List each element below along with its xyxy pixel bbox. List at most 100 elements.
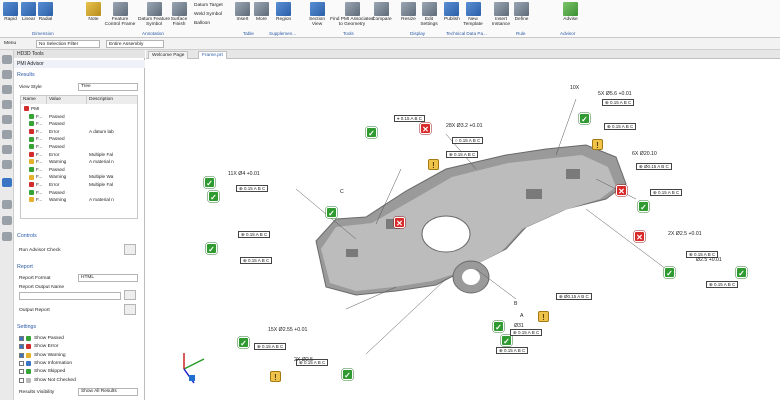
fcf-button[interactable]: Feature Control Frame [104, 2, 136, 27]
insert-instance-button[interactable]: Insert Instance [490, 2, 512, 27]
feature-control-frame[interactable]: ⌖ 0.15 A B C [394, 115, 426, 122]
checkbox[interactable] [19, 336, 24, 341]
col-name[interactable]: Name [21, 96, 47, 104]
compare-button[interactable]: Compare [372, 2, 392, 22]
check-warning-icon[interactable]: ! [428, 159, 439, 170]
settings-section-header[interactable]: Settings [17, 324, 36, 330]
table-row[interactable]: F... Warning Multiple Wa [21, 173, 137, 181]
check-warning-icon[interactable]: ! [270, 371, 281, 382]
edit-settings-button[interactable]: Edit Settings [418, 2, 440, 27]
roles-icon[interactable] [2, 216, 12, 225]
browse-folder-button[interactable] [124, 290, 136, 300]
selection-filter-dropdown[interactable]: No Selection Filter [36, 40, 100, 48]
setting-show-warning[interactable]: Show Warning [14, 352, 144, 360]
hd3d-tools-icon[interactable] [2, 130, 12, 139]
check-error-icon[interactable]: ✕ [634, 231, 645, 242]
feature-control-frame[interactable]: ○ 0.15 A B C [452, 137, 484, 144]
feature-control-frame[interactable]: ⊕ Ø0.15 A B C [556, 293, 592, 300]
table-row[interactable]: F... Error A datum lab [21, 128, 137, 136]
table-row[interactable]: F... Passed [21, 120, 137, 128]
table-row[interactable]: F... Passed [21, 135, 137, 143]
clock-icon[interactable] [2, 200, 12, 209]
table-row[interactable]: F... Passed [21, 166, 137, 174]
check-passed-icon[interactable]: ✓ [204, 177, 215, 188]
region-button[interactable]: Region [276, 2, 291, 22]
insert-table-button[interactable]: Insert [235, 2, 250, 22]
balloon-button[interactable]: Balloon [194, 21, 210, 26]
feature-control-frame[interactable]: ⊕ 0.15 A B C [240, 257, 273, 264]
check-error-icon[interactable]: ✕ [420, 123, 431, 134]
setting-show-information[interactable]: Show Information [14, 360, 144, 368]
system-scenes-icon[interactable] [2, 232, 12, 241]
check-passed-icon[interactable]: ✓ [342, 369, 353, 380]
feature-control-frame[interactable]: ⊕ 0.15 A B C [650, 189, 683, 196]
datum-label[interactable]: B [514, 301, 517, 307]
report-output-name-input[interactable] [19, 292, 121, 300]
setting-show-skipped[interactable]: Show Skipped [14, 368, 144, 376]
check-passed-icon[interactable]: ✓ [493, 321, 504, 332]
datum-feature-symbol-button[interactable]: Datum Feature Symbol [138, 2, 170, 27]
pmi-advisor-icon[interactable] [2, 178, 12, 187]
surface-finish-button[interactable]: Surface Finish [170, 2, 188, 27]
radial-dimension-button[interactable]: Radial [38, 2, 53, 22]
checkbox[interactable] [19, 360, 24, 366]
dimension-label[interactable]: 11X Ø4 +0.01 [228, 171, 260, 177]
dimension-label[interactable]: 28X Ø3.2 +0.01 [446, 123, 483, 129]
check-passed-icon[interactable]: ✓ [206, 243, 217, 254]
datum-label[interactable]: A [520, 313, 523, 319]
table-row[interactable]: PMI [21, 105, 137, 113]
dimension-label[interactable]: 2X Ø2.5 +0.01 [668, 231, 702, 237]
check-passed-icon[interactable]: ✓ [366, 127, 377, 138]
feature-control-frame[interactable]: ⊕ 0.15 A B C [496, 347, 529, 354]
datum-label[interactable]: C [340, 189, 344, 195]
table-row[interactable]: F... Passed [21, 143, 137, 151]
dimension-label[interactable]: 6X Ø20.10 [632, 151, 657, 157]
check-error-icon[interactable]: ✕ [616, 185, 627, 196]
assembly-navigator-icon[interactable] [2, 70, 12, 79]
feature-control-frame[interactable]: ⊕ 0.15 A B C [510, 329, 543, 336]
constraint-navigator-icon[interactable] [2, 85, 12, 94]
publish-button[interactable]: Publish [444, 2, 460, 22]
tab-frame-prt[interactable]: Frame.prt [198, 51, 227, 59]
check-warning-icon[interactable]: ! [592, 139, 603, 150]
checkbox[interactable] [19, 352, 24, 358]
find-pmi-button[interactable]: Find PMI Associated to Geometry [330, 2, 374, 27]
table-row[interactable]: F... Error Multiple Fal [21, 181, 137, 189]
view-style-dropdown[interactable]: Tree [78, 83, 138, 91]
feature-control-frame[interactable]: ⊕ 0.15 A B C [236, 185, 269, 192]
assembly-scope-dropdown[interactable]: Entire Assembly [106, 40, 164, 48]
more-button[interactable]: More [254, 2, 269, 22]
col-value[interactable]: Value [47, 96, 87, 104]
feature-control-frame[interactable]: ⊕ 0.15 A B C [254, 343, 287, 350]
checkbox[interactable] [19, 344, 24, 350]
report-section-header[interactable]: Report [17, 264, 33, 270]
results-visibility-dropdown[interactable]: Show All Results [78, 388, 138, 396]
feature-control-frame[interactable]: ⊕ 0.15 A B C [604, 123, 637, 130]
check-passed-icon[interactable]: ✓ [238, 337, 249, 348]
resize-button[interactable]: Resize [401, 2, 416, 22]
checkbox[interactable] [19, 369, 24, 375]
results-section-header[interactable]: Results [17, 72, 35, 78]
menu-button[interactable]: Menu [4, 41, 16, 46]
setting-show-not-checked[interactable]: Show Not Checked [14, 377, 144, 385]
settings-icon[interactable] [2, 55, 12, 64]
col-description[interactable]: Description [87, 96, 137, 104]
table-row[interactable]: F... Passed [21, 189, 137, 197]
check-passed-icon[interactable]: ✓ [664, 267, 675, 278]
dimension-label[interactable]: Ø2.5 +0.01 [696, 257, 722, 263]
check-passed-icon[interactable]: ✓ [579, 113, 590, 124]
part-navigator-icon[interactable] [2, 100, 12, 109]
feature-control-frame[interactable]: ⊕ 0.15 A B C [446, 151, 479, 158]
dimension-label[interactable]: 5X Ø5.6 +0.01 [598, 91, 632, 97]
new-template-button[interactable]: New Template [462, 2, 484, 27]
report-format-dropdown[interactable]: HTML [78, 274, 138, 282]
setting-show-passed[interactable]: Show Passed [14, 335, 144, 343]
dimension-label[interactable]: Ø31 [514, 323, 524, 329]
table-row[interactable]: F... Passed [21, 113, 137, 121]
setting-show-error[interactable]: Show Error [14, 343, 144, 351]
check-error-icon[interactable]: ✕ [394, 217, 405, 228]
check-passed-icon[interactable]: ✓ [208, 191, 219, 202]
datum-target-button[interactable]: Datum Target [194, 3, 223, 8]
check-passed-icon[interactable]: ✓ [736, 267, 747, 278]
table-row[interactable]: F... Error Multiple Fal [21, 151, 137, 159]
